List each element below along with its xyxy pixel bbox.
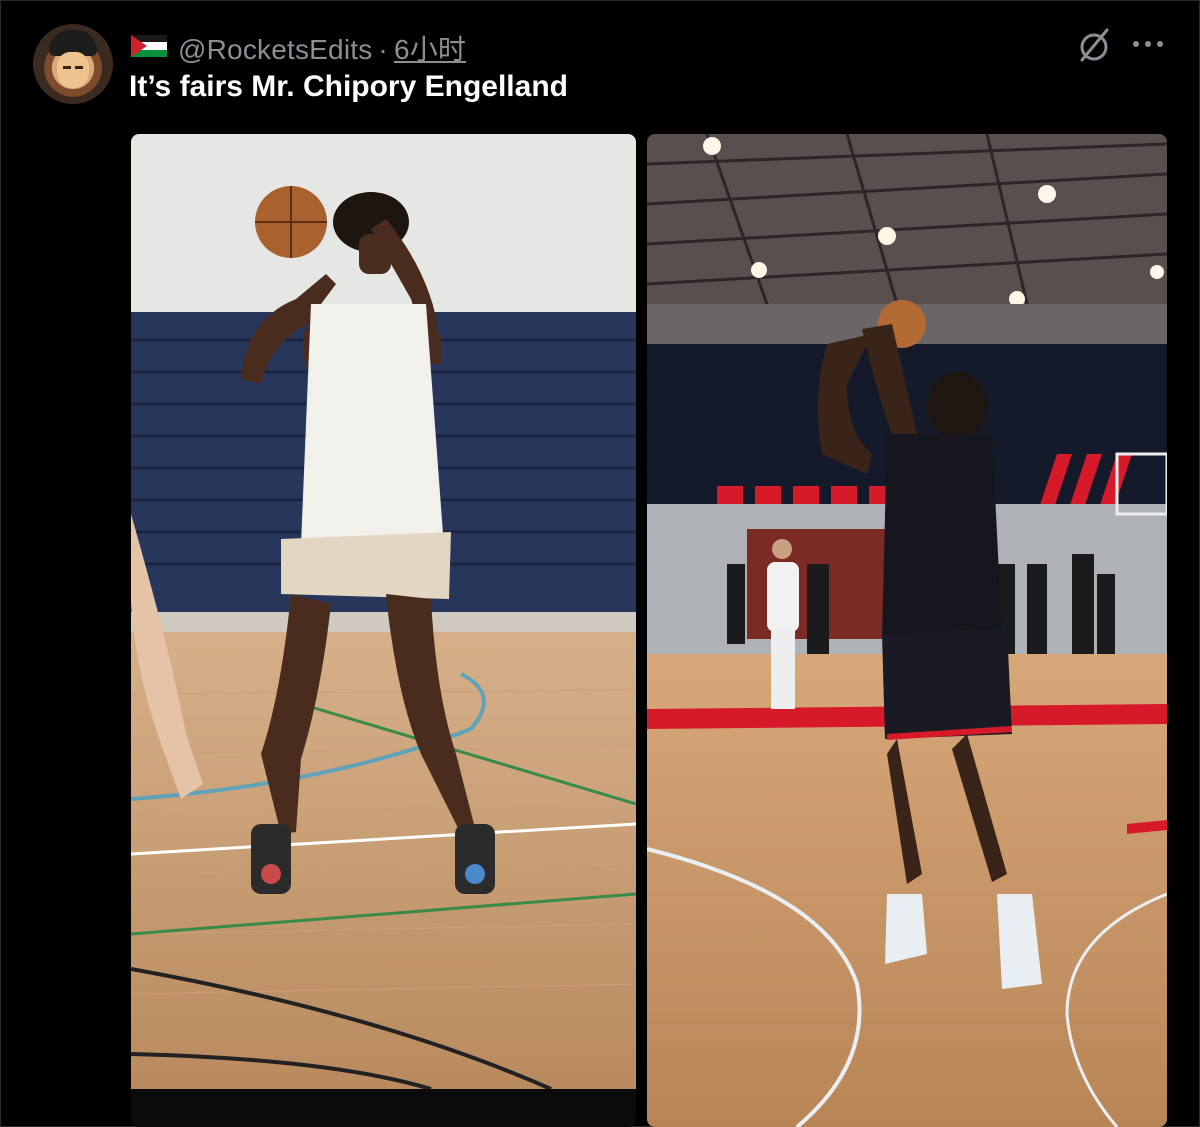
post-text: It’s fairs Mr. Chipory Engelland — [129, 70, 568, 103]
post-meta: @RocketsEdits · 6小时 — [178, 28, 466, 68]
mute-icon[interactable] — [1075, 26, 1113, 64]
more-icon[interactable] — [1130, 30, 1166, 58]
meta-separator: · — [378, 34, 388, 65]
user-handle[interactable]: @RocketsEdits — [178, 34, 372, 65]
avatar-eye-right — [75, 66, 83, 69]
avatar-eye-left — [63, 66, 71, 69]
post-image-right[interactable] — [647, 134, 1167, 1127]
post-image-left[interactable] — [131, 134, 636, 1127]
coach-figure — [767, 539, 799, 709]
left-photo-scene — [131, 134, 636, 1127]
right-photo-scene — [647, 134, 1167, 1127]
avatar-face — [57, 52, 89, 88]
user-avatar[interactable] — [33, 24, 113, 104]
flag-icon — [131, 35, 167, 57]
post-time[interactable]: 6小时 — [394, 34, 466, 65]
